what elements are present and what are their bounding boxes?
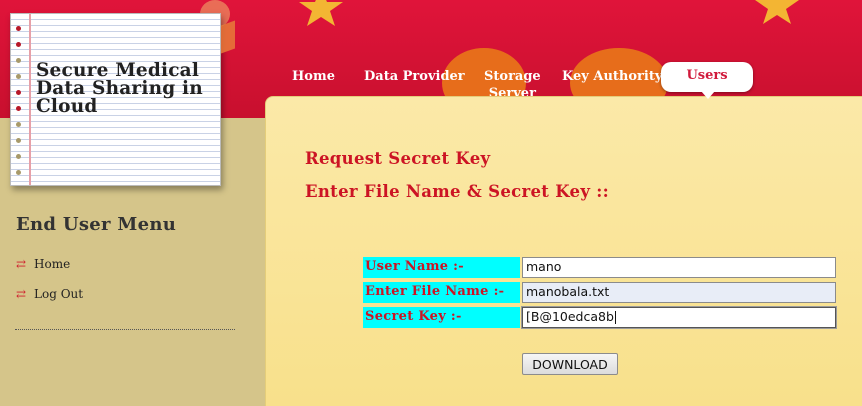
secretkey-value: [B@10edca8b bbox=[526, 309, 614, 324]
sidebar-item-label: Log Out bbox=[34, 287, 84, 301]
notepad-tab bbox=[221, 20, 235, 54]
arrow-icon: ⇄ bbox=[16, 257, 27, 271]
sidebar-item-label: Home bbox=[34, 257, 71, 271]
nav-active-pointer bbox=[701, 91, 715, 99]
secretkey-input[interactable]: [B@10edca8b bbox=[522, 307, 836, 328]
star-decoration bbox=[755, 0, 799, 24]
username-input[interactable]: mano bbox=[522, 257, 836, 278]
notepad-logo: Secure Medical Data Sharing in Cloud bbox=[10, 13, 221, 186]
nav-users-active[interactable]: Users bbox=[661, 62, 753, 92]
text-cursor bbox=[614, 311, 616, 324]
star-decoration bbox=[299, 0, 343, 26]
username-label: User Name :- bbox=[363, 257, 520, 278]
download-button[interactable]: DOWNLOAD bbox=[522, 353, 618, 375]
secretkey-label: Secret Key :- bbox=[363, 307, 520, 328]
end-user-menu-title: End User Menu bbox=[16, 214, 177, 235]
site-title: Secure Medical Data Sharing in Cloud bbox=[36, 60, 203, 117]
sidebar-item-home[interactable]: ⇄ Home bbox=[16, 257, 70, 271]
filename-input[interactable]: manobala.txt bbox=[522, 282, 836, 303]
nav-users-label: Users bbox=[686, 68, 728, 83]
nav-storage-server-line1: Storage bbox=[484, 69, 541, 84]
sidebar-item-logout[interactable]: ⇄ Log Out bbox=[16, 287, 83, 301]
arrow-icon: ⇄ bbox=[16, 287, 27, 301]
sidebar-divider bbox=[15, 329, 235, 330]
request-secret-key-heading: Request Secret Key bbox=[305, 149, 491, 168]
nav-data-provider[interactable]: Data Provider bbox=[364, 68, 465, 86]
nav-home[interactable]: Home bbox=[292, 68, 335, 86]
nav-key-authority[interactable]: Key Authority bbox=[562, 68, 662, 86]
filename-label: Enter File Name :- bbox=[363, 282, 520, 303]
enter-file-name-heading: Enter File Name & Secret Key :: bbox=[305, 182, 610, 201]
